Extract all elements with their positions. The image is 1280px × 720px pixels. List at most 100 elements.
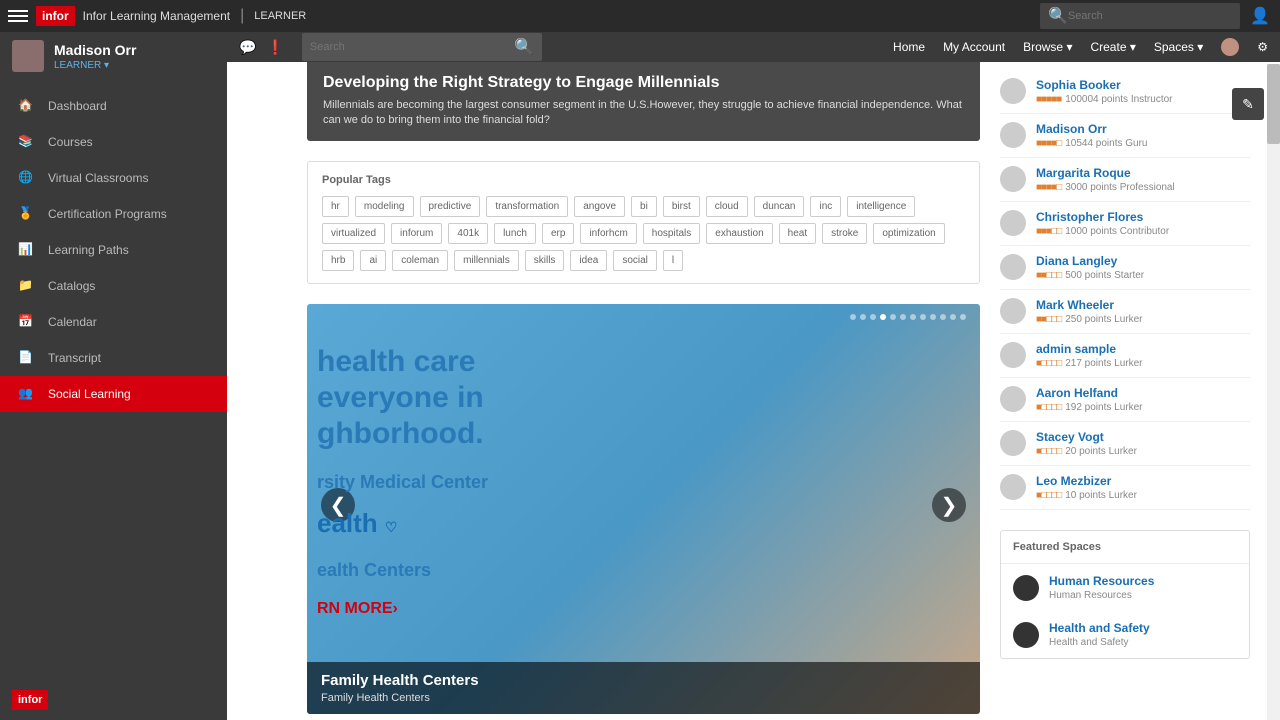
tag-transformation[interactable]: transformation (486, 196, 568, 217)
tag-skills[interactable]: skills (525, 250, 565, 271)
sidebar-item-calendar[interactable]: 📅Calendar (0, 304, 227, 340)
alert-icon[interactable]: ❗ (266, 39, 283, 56)
tag-millennials[interactable]: millennials (454, 250, 519, 271)
leaderboard-person[interactable]: Aaron Helfand■□□□□192 points Lurker (1000, 378, 1250, 422)
tag-hospitals[interactable]: hospitals (643, 223, 700, 244)
nav-link-spaces[interactable]: Spaces ▾ (1154, 40, 1203, 54)
hero-banner[interactable]: Developing the Right Strategy to Engage … (307, 62, 980, 141)
carousel-dot[interactable] (860, 314, 866, 320)
tag-inforhcm[interactable]: inforhcm (580, 223, 636, 244)
tag-inforum[interactable]: inforum (391, 223, 442, 244)
carousel-dot[interactable] (850, 314, 856, 320)
carousel-dot[interactable] (910, 314, 916, 320)
tag-birst[interactable]: birst (663, 196, 700, 217)
tag-cloud[interactable]: cloud (706, 196, 748, 217)
tag-heat[interactable]: heat (779, 223, 816, 244)
tag-idea[interactable]: idea (570, 250, 607, 271)
leaderboard-person[interactable]: Leo Mezbizer■□□□□10 points Lurker (1000, 466, 1250, 510)
chat-icon[interactable]: 💬 (239, 39, 256, 56)
hamburger-icon[interactable] (8, 6, 28, 26)
header-avatar[interactable] (1221, 38, 1239, 56)
content-search-input[interactable] (310, 41, 514, 53)
carousel-dot[interactable] (950, 314, 956, 320)
global-search[interactable]: 🔍 (1040, 3, 1240, 29)
nav-link-create[interactable]: Create ▾ (1090, 40, 1135, 54)
person-name[interactable]: Madison Orr (1036, 122, 1147, 136)
tag-stroke[interactable]: stroke (822, 223, 867, 244)
tag-coleman[interactable]: coleman (392, 250, 448, 271)
person-name[interactable]: Margarita Roque (1036, 166, 1175, 180)
leaderboard-person[interactable]: Diana Langley ■■□□□500 points Starter (1000, 246, 1250, 290)
content-search[interactable]: 🔍 (302, 33, 542, 61)
sidebar-item-certification-programs[interactable]: 🏅Certification Programs (0, 196, 227, 232)
tag-exhaustion[interactable]: exhaustion (706, 223, 772, 244)
tag-l[interactable]: l (663, 250, 683, 271)
featured-space[interactable]: Health and SafetyHealth and Safety (1001, 611, 1249, 658)
leaderboard-person[interactable]: admin sample■□□□□217 points Lurker (1000, 334, 1250, 378)
nav-link-browse[interactable]: Browse ▾ (1023, 40, 1072, 54)
scrollbar-thumb[interactable] (1267, 64, 1280, 144)
leaderboard-person[interactable]: Mark Wheeler■■□□□250 points Lurker (1000, 290, 1250, 334)
global-search-input[interactable] (1068, 10, 1232, 22)
carousel-dot[interactable] (870, 314, 876, 320)
avatar[interactable] (12, 40, 44, 72)
nav-link-home[interactable]: Home (893, 40, 925, 54)
scrollbar-track[interactable] (1267, 64, 1280, 720)
tag-predictive[interactable]: predictive (420, 196, 481, 217)
carousel-next[interactable]: ❯ (932, 488, 966, 522)
person-name[interactable]: admin sample (1036, 342, 1142, 356)
person-name[interactable]: Christopher Flores (1036, 210, 1169, 224)
sidebar-item-social-learning[interactable]: 👥Social Learning (0, 376, 227, 412)
tag-angove[interactable]: angove (574, 196, 625, 217)
nav-link-my[interactable]: My Account (943, 40, 1005, 54)
person-name[interactable]: Aaron Helfand (1036, 386, 1142, 400)
sidebar-item-catalogs[interactable]: 📁Catalogs (0, 268, 227, 304)
tag-ai[interactable]: ai (360, 250, 386, 271)
tag-duncan[interactable]: duncan (754, 196, 805, 217)
tag-bi[interactable]: bi (631, 196, 657, 217)
person-name[interactable]: Diana Langley (1036, 254, 1144, 268)
person-stats: ■■□□□500 points Starter (1036, 270, 1144, 281)
sidebar-item-transcript[interactable]: 📄Transcript (0, 340, 227, 376)
person-name[interactable]: Mark Wheeler (1036, 298, 1142, 312)
sidebar-item-courses[interactable]: 📚Courses (0, 124, 227, 160)
leaderboard-person[interactable]: Madison Orr■■■■□10544 points Guru (1000, 114, 1250, 158)
carousel-dot[interactable] (960, 314, 966, 320)
carousel-dot[interactable] (940, 314, 946, 320)
user-icon[interactable]: 👤 (1250, 6, 1270, 26)
sidebar-item-dashboard[interactable]: 🏠Dashboard (0, 88, 227, 124)
sidebar-item-learning-paths[interactable]: 📊Learning Paths (0, 232, 227, 268)
user-role[interactable]: LEARNER ▾ (54, 60, 136, 71)
tag-virtualized[interactable]: virtualized (322, 223, 385, 244)
carousel-dot[interactable] (880, 314, 886, 320)
tag-intelligence[interactable]: intelligence (847, 196, 915, 217)
space-name[interactable]: Health and Safety (1049, 621, 1150, 635)
leaderboard-person[interactable]: Stacey Vogt■□□□□20 points Lurker (1000, 422, 1250, 466)
tag-modeling[interactable]: modeling (355, 196, 414, 217)
person-name[interactable]: Leo Mezbizer (1036, 474, 1137, 488)
tag-hr[interactable]: hr (322, 196, 349, 217)
leaderboard-person[interactable]: Christopher Flores■■■□□1000 points Contr… (1000, 202, 1250, 246)
tag-hrb[interactable]: hrb (322, 250, 354, 271)
carousel-dot[interactable] (900, 314, 906, 320)
carousel-dot[interactable] (920, 314, 926, 320)
leaderboard-person[interactable]: Margarita Roque■■■■□3000 points Professi… (1000, 158, 1250, 202)
featured-space[interactable]: Human ResourcesHuman Resources (1001, 564, 1249, 611)
tag-inc[interactable]: inc (810, 196, 841, 217)
tag-lunch[interactable]: lunch (494, 223, 536, 244)
tag-erp[interactable]: erp (542, 223, 574, 244)
tag-401k[interactable]: 401k (448, 223, 488, 244)
sidebar-item-virtual-classrooms[interactable]: 🌐Virtual Classrooms (0, 160, 227, 196)
carousel-dot[interactable] (930, 314, 936, 320)
person-name[interactable]: Stacey Vogt (1036, 430, 1137, 444)
compose-button[interactable]: ✎ (1232, 88, 1264, 120)
carousel-dot[interactable] (890, 314, 896, 320)
space-name[interactable]: Human Resources (1049, 574, 1154, 588)
carousel-promo: health care everyone in ghborhood. rsity… (307, 344, 488, 619)
leaderboard-person[interactable]: Sophia Booker■■■■■100004 points Instruct… (1000, 70, 1250, 114)
sidebar-user: Madison Orr LEARNER ▾ (0, 32, 227, 80)
tag-optimization[interactable]: optimization (873, 223, 944, 244)
person-name[interactable]: Sophia Booker (1036, 78, 1173, 92)
tag-social[interactable]: social (613, 250, 657, 271)
gear-icon[interactable]: ⚙ (1257, 40, 1268, 54)
